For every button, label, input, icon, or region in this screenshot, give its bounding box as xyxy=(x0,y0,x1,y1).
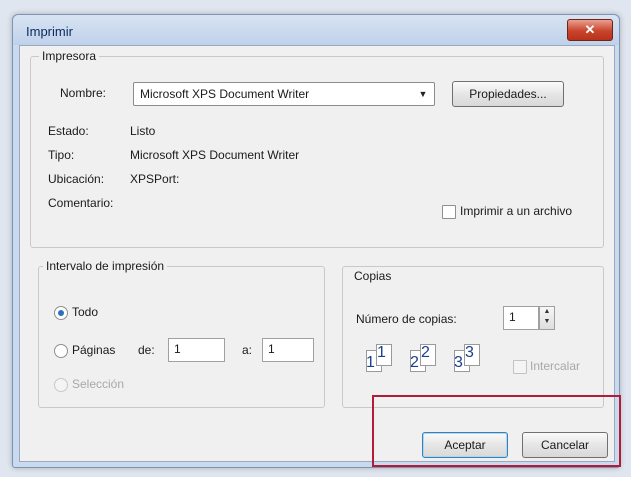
location-value: XPSPort: xyxy=(130,172,180,186)
selection-radio[interactable] xyxy=(54,378,68,392)
title-bar[interactable]: Imprimir ✕ xyxy=(13,15,619,45)
printer-name-select[interactable]: Microsoft XPS Document Writer ▼ xyxy=(133,82,435,106)
spin-down-icon[interactable]: ▼ xyxy=(540,317,554,327)
copies-group-label: Copias xyxy=(351,269,395,283)
printer-group-label: Impresora xyxy=(39,49,100,63)
properties-button[interactable]: Propiedades... xyxy=(452,81,564,107)
spin-up-icon[interactable]: ▲ xyxy=(540,307,554,317)
print-range-group-label: Intervalo de impresión xyxy=(43,259,168,273)
status-value: Listo xyxy=(130,124,156,138)
from-page-value: 1 xyxy=(174,342,181,356)
buttons-highlight-box xyxy=(372,395,621,467)
location-label: Ubicación: xyxy=(48,172,105,186)
print-to-file-label[interactable]: Imprimir a un archivo xyxy=(460,204,572,218)
collate-digit: 1 xyxy=(366,354,375,371)
to-label: a: xyxy=(242,343,253,357)
print-to-file-checkbox[interactable] xyxy=(442,205,456,219)
all-pages-radio[interactable] xyxy=(54,306,68,320)
type-value: Microsoft XPS Document Writer xyxy=(130,148,300,162)
all-pages-label[interactable]: Todo xyxy=(72,305,98,319)
copies-number-label: Número de copias: xyxy=(356,312,457,326)
comment-label: Comentario: xyxy=(48,196,114,210)
close-icon: ✕ xyxy=(584,22,596,37)
close-button[interactable]: ✕ xyxy=(567,19,613,41)
to-page-value: 1 xyxy=(268,342,275,356)
copies-number-input[interactable]: 1 xyxy=(503,306,539,330)
to-page-input[interactable]: 1 xyxy=(262,338,314,362)
collate-label: Intercalar xyxy=(530,359,581,373)
from-page-input[interactable]: 1 xyxy=(168,338,225,362)
properties-button-label: Propiedades... xyxy=(469,87,547,101)
collate-digit: 2 xyxy=(410,354,419,371)
copies-spinner[interactable]: ▲ ▼ xyxy=(539,306,555,330)
selection-label: Selección xyxy=(72,377,125,391)
pages-radio[interactable] xyxy=(54,344,68,358)
status-label: Estado: xyxy=(48,124,89,138)
collate-digit: 3 xyxy=(454,354,463,371)
printer-name-value: Microsoft XPS Document Writer xyxy=(140,87,310,101)
copies-group: Copias xyxy=(342,266,604,408)
dialog-title: Imprimir xyxy=(26,24,73,39)
collate-digit: 3 xyxy=(465,344,474,361)
pages-label[interactable]: Páginas xyxy=(72,343,115,357)
type-label: Tipo: xyxy=(48,148,75,162)
collate-digit: 2 xyxy=(421,344,430,361)
collate-checkbox[interactable] xyxy=(513,360,527,374)
printer-name-label: Nombre: xyxy=(60,86,107,100)
from-label: de: xyxy=(138,343,155,357)
chevron-down-icon: ▼ xyxy=(418,89,428,99)
copies-number-value: 1 xyxy=(509,310,516,324)
collate-digit: 1 xyxy=(377,344,386,361)
